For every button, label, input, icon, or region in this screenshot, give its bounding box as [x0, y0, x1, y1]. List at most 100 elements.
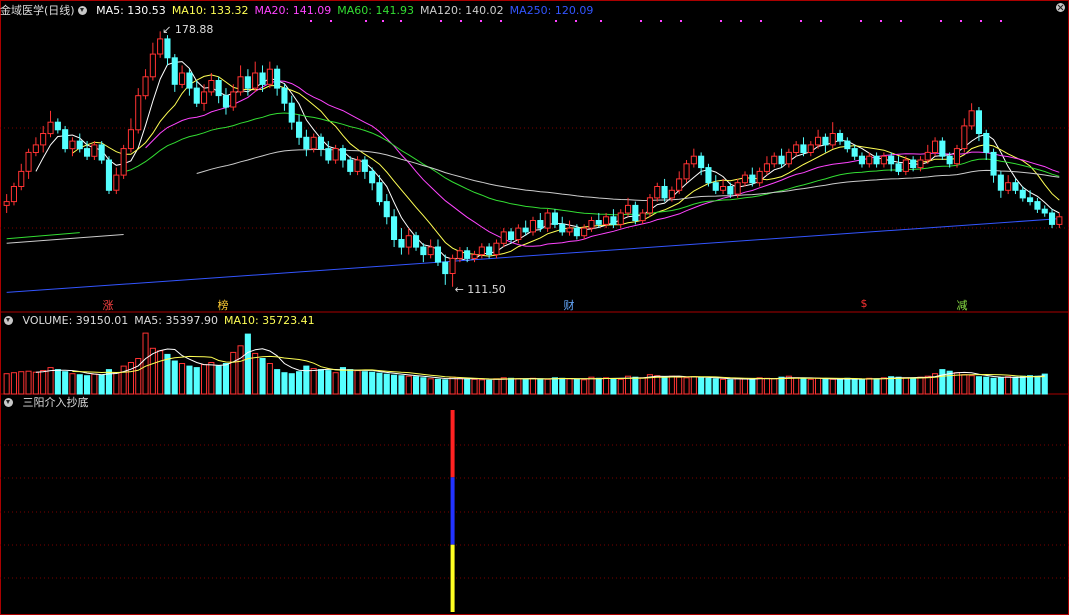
volume-bar	[40, 370, 47, 395]
volume-bar	[288, 373, 295, 395]
volume-bar	[902, 377, 909, 395]
candle-up	[208, 80, 215, 93]
candle-down	[442, 261, 449, 275]
candle-up	[354, 159, 361, 172]
candle-up	[683, 163, 690, 180]
volume-bar	[581, 379, 588, 395]
volume-bar	[822, 378, 829, 395]
event-marker[interactable]: $	[856, 297, 872, 310]
volume-bar	[676, 376, 683, 395]
candle-up	[47, 121, 54, 135]
volume-bar	[18, 371, 25, 395]
dropdown-icon[interactable]	[77, 6, 87, 15]
marker-dot	[480, 20, 482, 22]
event-marker[interactable]: 涨	[100, 297, 116, 313]
candle-down	[1012, 182, 1019, 191]
candle-up	[179, 72, 186, 85]
candle-up	[625, 204, 632, 214]
volume-bar	[332, 372, 339, 395]
volume-bar	[325, 370, 332, 395]
volume-bar	[529, 377, 537, 395]
volume-bar	[990, 377, 997, 395]
candle-down	[84, 148, 91, 157]
candle-down	[339, 148, 346, 161]
marker-dot	[1000, 20, 1002, 22]
volume-bar	[983, 376, 990, 395]
candle-down	[54, 121, 61, 131]
candle-up	[493, 242, 500, 256]
candle-up	[741, 174, 749, 184]
volume-bar	[164, 353, 171, 395]
marker-dot	[460, 20, 462, 22]
candle-down	[383, 201, 390, 218]
candle-up	[646, 197, 654, 214]
volume-bar	[486, 379, 493, 395]
volume-bar	[449, 376, 456, 395]
marker-dot	[382, 20, 384, 22]
candle-up	[69, 140, 76, 150]
candle-down	[610, 216, 617, 225]
volume-bar	[471, 378, 478, 395]
volume-bar	[32, 371, 39, 395]
dropdown-icon[interactable]	[4, 316, 13, 325]
candle-up	[478, 246, 485, 256]
volume-bar	[617, 378, 624, 395]
volume-bar	[610, 378, 617, 395]
volume-bar	[76, 374, 83, 395]
candle-up	[529, 220, 537, 233]
volume-bar	[595, 377, 602, 395]
candle-up	[639, 212, 646, 222]
volume-bar	[201, 364, 208, 395]
candle-down	[361, 159, 368, 172]
close-icon[interactable]	[1056, 3, 1065, 12]
volume-bar	[244, 333, 251, 395]
marker-dot	[400, 20, 402, 22]
volume-bar	[120, 365, 127, 395]
volume-bar	[566, 378, 573, 395]
event-marker[interactable]: 榜	[215, 297, 231, 313]
volume-bar	[844, 377, 851, 395]
volume-bar	[968, 375, 975, 395]
volume-bar	[171, 360, 178, 395]
candle-up	[734, 182, 741, 195]
volume-bar	[851, 378, 858, 395]
volume-bar	[727, 379, 734, 395]
volume-bar	[756, 377, 763, 395]
event-marker[interactable]: 财	[561, 297, 577, 313]
candle-down	[413, 235, 420, 248]
volume-bar	[837, 379, 844, 395]
candle-up	[968, 110, 975, 127]
candle-up	[266, 68, 273, 85]
candle-down	[317, 136, 324, 150]
volume-bar	[347, 369, 354, 395]
volume-bar	[237, 345, 244, 395]
volume-bar	[274, 369, 281, 395]
volume-bar	[98, 374, 105, 395]
volume-bar	[953, 372, 961, 395]
dropdown-icon[interactable]	[4, 398, 13, 407]
candle-down	[822, 136, 829, 146]
candle-up	[456, 250, 463, 259]
candle-up	[149, 53, 156, 78]
volume-bar	[434, 378, 441, 395]
low-price-label: ← 111.50	[454, 282, 506, 296]
marker-dot	[310, 20, 312, 22]
volume-bar	[741, 378, 749, 395]
candle-up	[603, 216, 610, 225]
candle-up	[763, 163, 771, 172]
volume-bar	[698, 376, 705, 395]
candle-up	[515, 227, 522, 241]
candle-down	[778, 155, 785, 165]
ma-indicator-0: MA5: 130.53	[96, 4, 166, 17]
volume-bar	[632, 376, 639, 395]
marker-dot	[740, 20, 742, 22]
volume-bar	[478, 379, 485, 395]
volume-bar	[208, 362, 215, 395]
candle-down	[858, 155, 866, 165]
volume-bar	[186, 365, 193, 395]
event-marker[interactable]: 减	[954, 297, 970, 313]
volume-indicator-0: VOLUME: 39150.01	[22, 314, 129, 327]
volume-bar	[464, 378, 471, 395]
candle-up	[142, 76, 149, 97]
volume-bar	[376, 372, 383, 395]
